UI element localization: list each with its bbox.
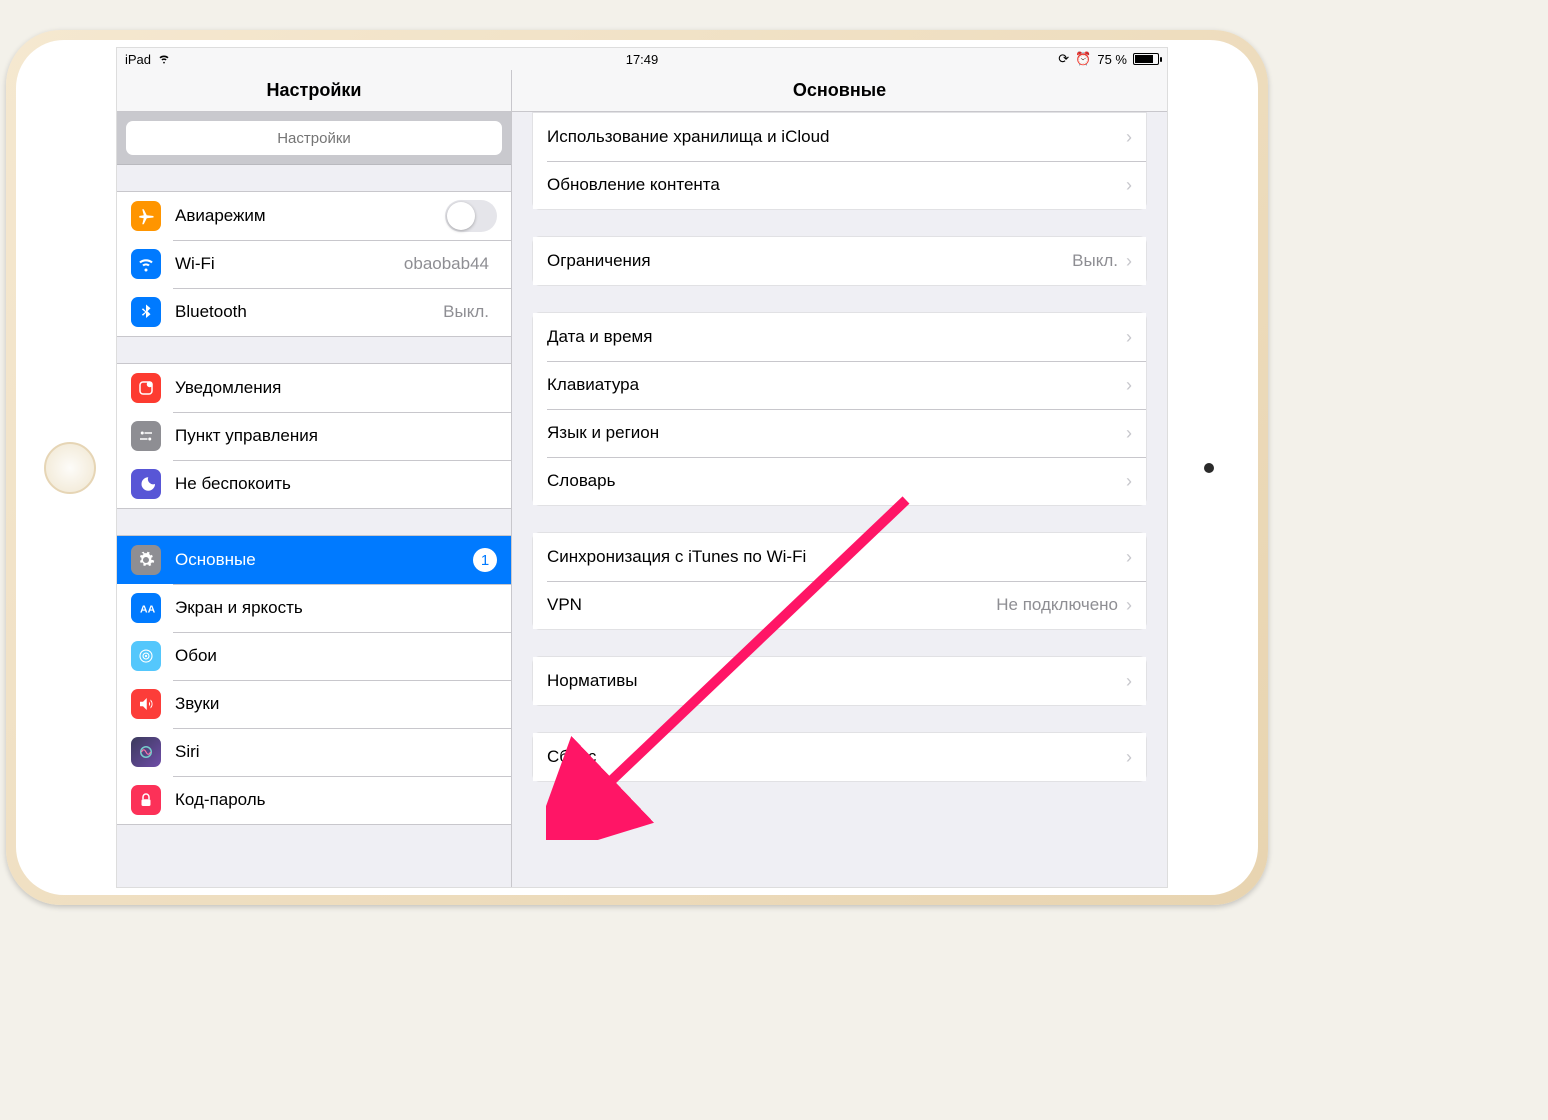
detail-row-label: Нормативы [547,671,1126,691]
sidebar-item-label: Не беспокоить [175,474,497,494]
badge: 1 [473,548,497,572]
sidebar-item-label: Звуки [175,694,497,714]
general-icon [131,545,161,575]
control-icon [131,421,161,451]
sidebar-item-pass[interactable]: Код-пароль [117,776,511,824]
battery-icon [1133,53,1159,65]
chevron-right-icon: › [1126,175,1132,196]
sidebar-item-general[interactable]: Основные1 [117,536,511,584]
siri-icon [131,737,161,767]
detail-row-label: Язык и регион [547,423,1126,443]
sidebar-item-dnd[interactable]: Не беспокоить [117,460,511,508]
sidebar-item-wifi[interactable]: Wi-Fiobaobab44 [117,240,511,288]
orientation-lock-icon: ⟳ [1058,51,1069,67]
chevron-right-icon: › [1126,327,1132,348]
detail-row[interactable]: Язык и регион› [533,409,1146,457]
search-input[interactable] [126,121,502,155]
sidebar-item-label: Основные [175,550,473,570]
clock: 17:49 [626,52,659,67]
sidebar-scroll[interactable]: АвиарежимWi-Fiobaobab44BluetoothВыкл.Уве… [117,165,511,887]
svg-text:AA: AA [140,604,155,616]
device-label: iPad [125,52,151,67]
sidebar-item-label: Уведомления [175,378,497,398]
bt-icon [131,297,161,327]
sidebar-item-label: Обои [175,646,497,666]
sidebar-item-label: Bluetooth [175,302,443,322]
wifi-icon [131,249,161,279]
ipad-bezel: iPad 17:49 ⟳ ⏰ 75 % Настройки [16,40,1258,895]
sidebar-item-display[interactable]: AA Экран и яркость [117,584,511,632]
sidebar-item-label: Авиарежим [175,206,445,226]
sidebar-item-label: Wi-Fi [175,254,404,274]
detail-row-label: Обновление контента [547,175,1126,195]
chevron-right-icon: › [1126,747,1132,768]
airplane-icon [131,201,161,231]
sidebar-item-notif[interactable]: Уведомления [117,364,511,412]
detail-row[interactable]: Словарь› [533,457,1146,505]
detail-row-label: Синхронизация с iTunes по Wi-Fi [547,547,1126,567]
detail-scroll[interactable]: Использование хранилища и iCloud›Обновле… [512,112,1167,887]
sidebar-item-label: Код-пароль [175,790,497,810]
sidebar-item-sounds[interactable]: Звуки [117,680,511,728]
chevron-right-icon: › [1126,375,1132,396]
sidebar-title: Настройки [117,70,511,112]
chevron-right-icon: › [1126,547,1132,568]
chevron-right-icon: › [1126,423,1132,444]
screen: iPad 17:49 ⟳ ⏰ 75 % Настройки [116,47,1168,888]
detail-title: Основные [512,70,1167,112]
chevron-right-icon: › [1126,251,1132,272]
chevron-right-icon: › [1126,595,1132,616]
alarm-icon: ⏰ [1075,51,1091,67]
front-camera [1204,463,1214,473]
detail-row[interactable]: Использование хранилища и iCloud› [533,113,1146,161]
status-bar: iPad 17:49 ⟳ ⏰ 75 % [117,48,1167,70]
detail-row[interactable]: ОграниченияВыкл. › [533,237,1146,285]
detail-row-label: Клавиатура [547,375,1126,395]
wall-icon [131,641,161,671]
pass-icon [131,785,161,815]
detail-row-label: Сброс [547,747,1126,767]
chevron-right-icon: › [1126,127,1132,148]
sidebar-item-siri[interactable]: Siri [117,728,511,776]
sidebar-item-value: Выкл. [443,302,489,322]
detail-row-label: VPN [547,595,996,615]
detail-row[interactable]: Обновление контента› [533,161,1146,209]
detail-row-label: Словарь [547,471,1126,491]
display-icon: AA [131,593,161,623]
detail-panel: Основные Использование хранилища и iClou… [512,70,1167,887]
sidebar-item-wall[interactable]: Обои [117,632,511,680]
detail-row-label: Использование хранилища и iCloud [547,127,1126,147]
detail-row-label: Дата и время [547,327,1126,347]
detail-row[interactable]: Сброс› [533,733,1146,781]
sidebar-item-bt[interactable]: BluetoothВыкл. [117,288,511,336]
detail-row-value: Выкл. [1072,251,1118,271]
sidebar-item-control[interactable]: Пункт управления [117,412,511,460]
wifi-icon [157,51,171,68]
sidebar-item-value: obaobab44 [404,254,489,274]
notif-icon [131,373,161,403]
sidebar-item-label: Siri [175,742,497,762]
sidebar-item-label: Экран и яркость [175,598,497,618]
chevron-right-icon: › [1126,671,1132,692]
sidebar: Настройки АвиарежимWi-Fiobaobab44Bluetoo… [117,70,512,887]
detail-row[interactable]: Синхронизация с iTunes по Wi-Fi› [533,533,1146,581]
sidebar-item-label: Пункт управления [175,426,497,446]
dnd-icon [131,469,161,499]
search-container [117,112,511,165]
detail-row[interactable]: Нормативы› [533,657,1146,705]
detail-row-label: Ограничения [547,251,1072,271]
detail-row[interactable]: VPNНе подключено › [533,581,1146,629]
sounds-icon [131,689,161,719]
toggle-switch[interactable] [445,200,497,232]
battery-percent: 75 % [1097,52,1127,67]
detail-row[interactable]: Дата и время› [533,313,1146,361]
sidebar-item-airplane[interactable]: Авиарежим [117,192,511,240]
detail-row-value: Не подключено [996,595,1118,615]
ipad-frame: iPad 17:49 ⟳ ⏰ 75 % Настройки [6,30,1268,905]
home-button[interactable] [44,442,96,494]
detail-row[interactable]: Клавиатура› [533,361,1146,409]
chevron-right-icon: › [1126,471,1132,492]
